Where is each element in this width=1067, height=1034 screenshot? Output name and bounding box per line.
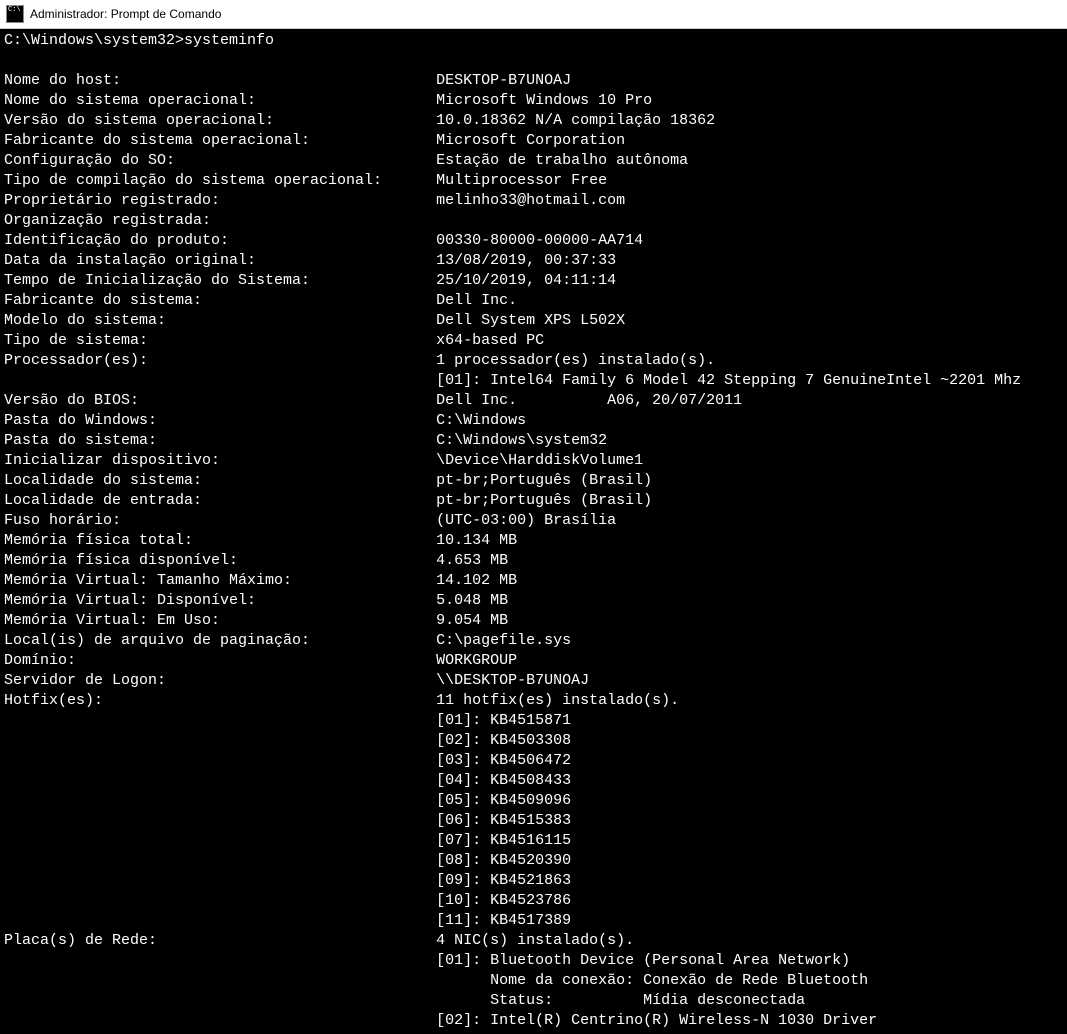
cmd-icon (6, 5, 24, 23)
window-titlebar[interactable]: Administrador: Prompt de Comando (0, 0, 1067, 29)
window-title: Administrador: Prompt de Comando (30, 7, 221, 21)
terminal-output[interactable]: C:\Windows\system32>systeminfo Nome do h… (0, 29, 1067, 1034)
